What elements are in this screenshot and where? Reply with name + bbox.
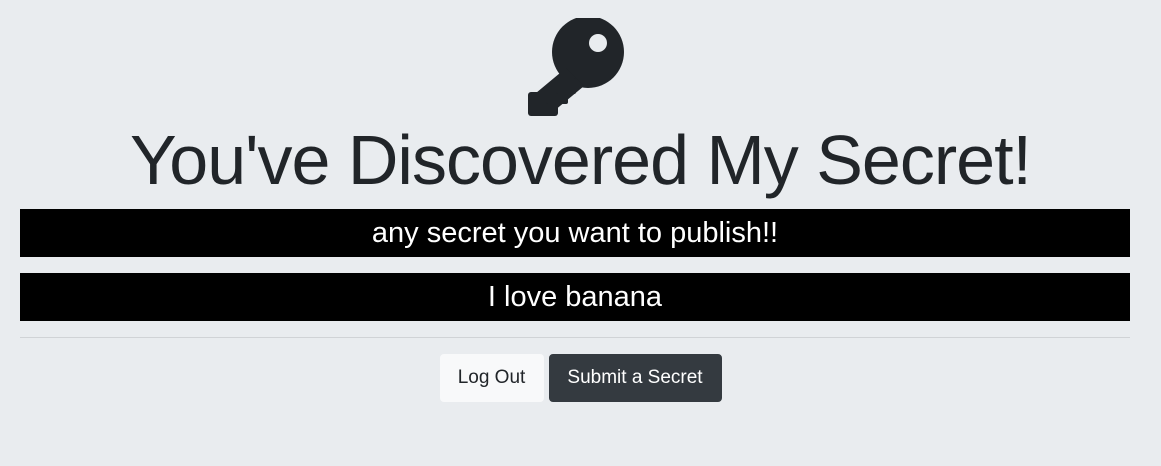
secret-item: any secret you want to publish!! [20,209,1130,257]
page-title: You've Discovered My Secret! [130,121,1032,199]
logout-button[interactable]: Log Out [439,354,544,402]
actions-bar: Log Out Submit a Secret [0,354,1161,402]
key-icon [528,18,624,116]
submit-secret-button[interactable]: Submit a Secret [548,354,722,402]
divider [20,337,1130,338]
secret-item: I love banana [20,273,1130,321]
secrets-list: any secret you want to publish!! I love … [20,209,1130,337]
